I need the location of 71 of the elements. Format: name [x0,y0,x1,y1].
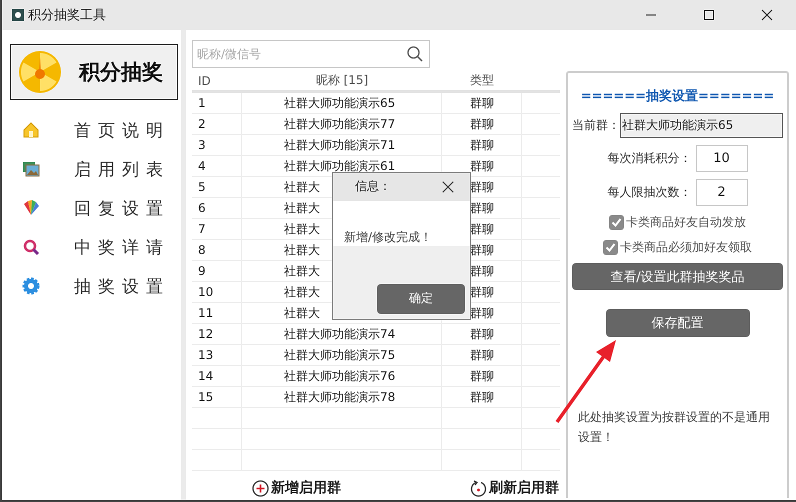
checkbox[interactable]: 卡类商品好友自动发放 [609,214,746,231]
table-cell: 社群大师功能演示78 [242,387,442,407]
input-field[interactable]: 2 [696,179,748,206]
table-cell: 7 [192,219,242,239]
gear-icon [22,277,40,295]
table-cell: 14 [192,366,242,386]
prizes-button[interactable]: 查看/设置此群抽奖奖品 [572,263,783,290]
ok-button[interactable]: 确定 [377,284,465,314]
table-cell: 12 [192,324,242,344]
sidebar-item[interactable]: 回复设置 [2,196,181,220]
table-cell: 群聊 [442,345,522,365]
close-icon [761,9,773,21]
house-icon [22,121,40,139]
save-button[interactable]: 保存配置 [606,309,750,337]
magnifier-icon [22,238,40,256]
plus-circle-icon [252,480,269,496]
table-cell: 8 [192,240,242,260]
table-cell: 社群大师功能演示77 [242,114,442,134]
sidebar-item[interactable]: 首页说明 [2,118,181,142]
table-cell: 群聊 [442,387,522,407]
table-cell: 社群大师功能演示71 [242,135,442,155]
refresh-group-button[interactable]: 刷新启用群 [470,479,559,497]
table-cell: 群聊 [442,324,522,344]
table-cell: 15 [192,387,242,407]
current-group-field: 社群大师功能演示65 [620,113,783,138]
column-header: 类型 [469,72,495,89]
table-cell: 群聊 [442,366,522,386]
table-cell: 社群大师功能演示65 [242,93,442,113]
table-cell: 4 [192,156,242,176]
sidebar-item[interactable]: 中奖详请 [2,235,181,259]
refresh-icon [470,480,487,496]
table-cell: 社群大师功能演示74 [242,324,442,344]
table-cell: 群聊 [442,135,522,155]
table-cell: 11 [192,303,242,323]
check-icon [611,217,622,228]
field-label: 每次消耗积分： [608,150,692,167]
photos-icon [22,160,40,178]
lottery-header-button[interactable]: 积分抽奖 [10,44,178,100]
table-cell: 社群大师功能演示75 [242,345,442,365]
panel-title: ======抽奖设置======= [580,88,774,105]
check-icon [605,242,616,253]
field-label: 每人限抽次数： [608,184,692,201]
cards-fan-icon [22,199,40,217]
table-cell: 10 [192,282,242,302]
prize-wheel-icon [17,49,63,95]
dialog-title: 信息： [355,178,391,196]
close-button[interactable] [440,178,456,195]
sidebar-item[interactable]: 抽奖设置 [2,274,181,298]
table-cell: 13 [192,345,242,365]
add-group-button[interactable]: 新增启用群 [252,479,341,497]
table-cell: 5 [192,177,242,197]
input-field[interactable]: 10 [696,145,748,172]
column-header: ID [197,74,212,88]
field-label: 当前群： [572,117,620,134]
table-cell: 2 [192,114,242,134]
table-cell: 群聊 [442,114,522,134]
table-cell: 9 [192,261,242,281]
note-text: 此处抽奖设置为按群设置的不是通用设置！ [577,409,771,446]
search-field[interactable]: 昵称/微信号 [192,40,430,68]
column-header: 昵称 [15] [314,72,370,89]
table-cell: 社群大师功能演示76 [242,366,442,386]
table-cell: 3 [192,135,242,155]
maximize-icon [703,9,715,21]
search-icon[interactable] [406,45,424,63]
window-title: 积分抽奖工具 [28,7,106,24]
table-cell: 群聊 [442,93,522,113]
app-icon [12,9,24,21]
checkbox[interactable]: 卡类商品必须加好友领取 [603,239,752,256]
table-cell: 1 [192,93,242,113]
table-cell: 6 [192,198,242,218]
sidebar-item[interactable]: 启用列表 [2,157,181,181]
